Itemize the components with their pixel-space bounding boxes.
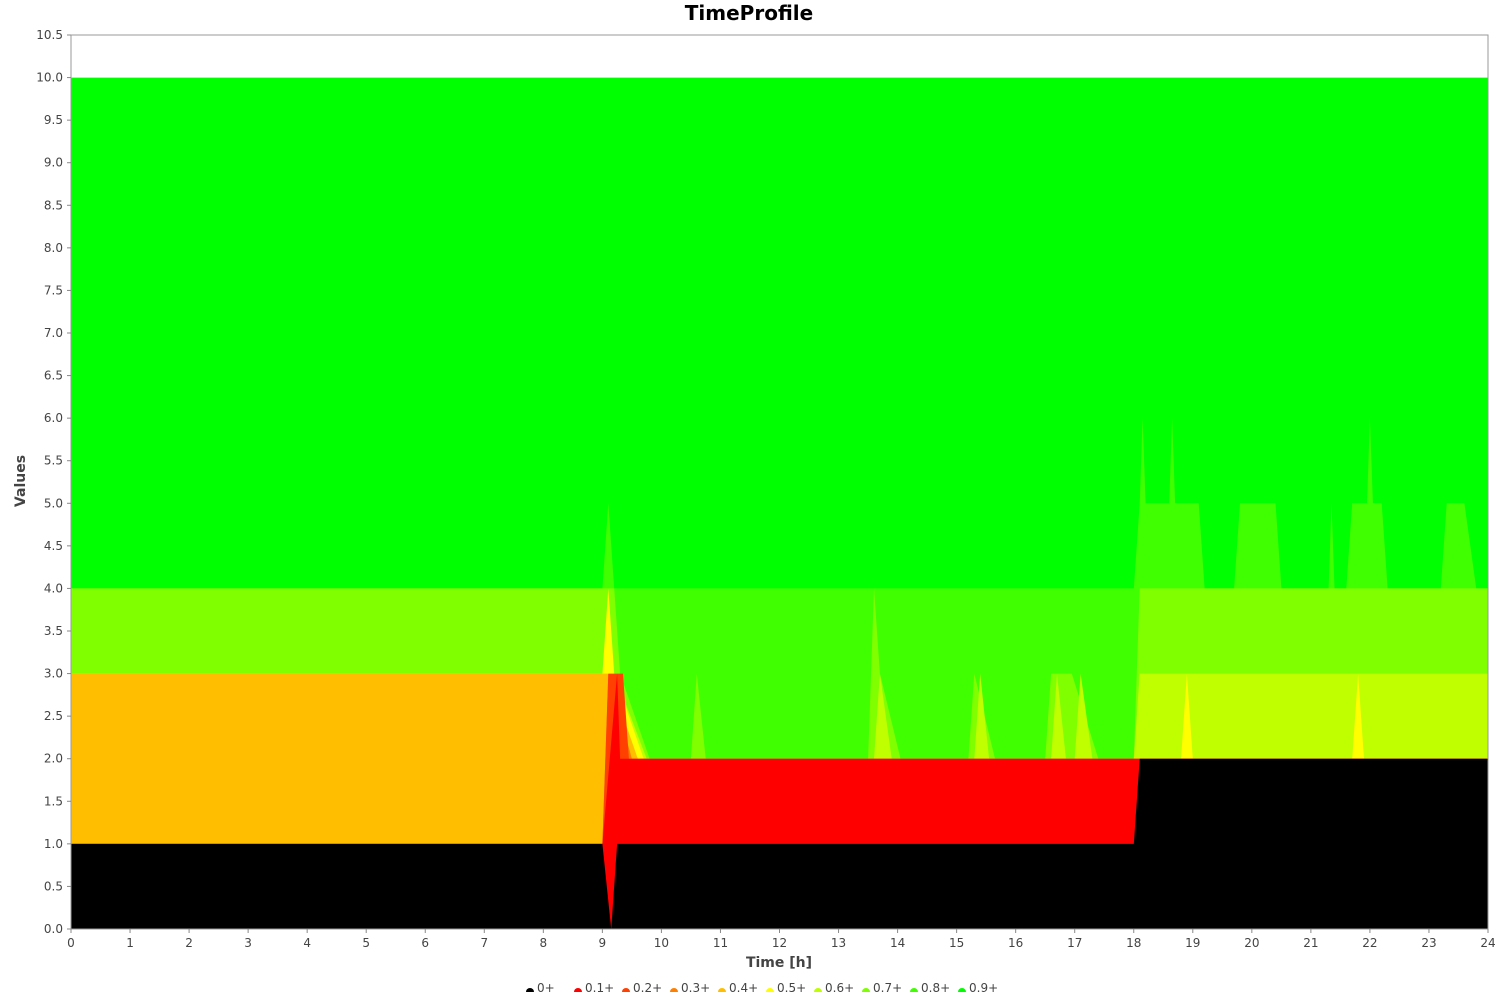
- y-axis: 0.0 0.5 1.0 1.5 2.0 2.5 3.0 3.5 4.0 4.5 5.0 5.5 6.0 6…: [36, 28, 71, 936]
- legend-swatch: [862, 988, 870, 992]
- y-axis-label: Values: [13, 455, 29, 507]
- x-tick-label: 12: [772, 936, 787, 950]
- y-tick-label: 4.5: [44, 539, 63, 553]
- y-tick-label: 5.5: [44, 454, 63, 468]
- legend: 0+ 0.1+ 0.2+ 0.3+ 0.4+ 0.5+ 0.6+ 0.7+ 0.8+ 0.9+: [526, 981, 998, 995]
- y-tick-label: 2.5: [44, 709, 63, 723]
- x-tick-label: 6: [421, 936, 429, 950]
- x-tick-label: 22: [1362, 936, 1377, 950]
- x-axis: 0 1 2 3 4 5 6 7 8 9 10 11 12 13 14 15 16 17 18 19 20 21 22 23 24: [67, 929, 1496, 950]
- x-tick-label: 0: [67, 936, 75, 950]
- legend-swatch: [526, 988, 534, 992]
- legend-swatch: [574, 988, 582, 992]
- y-tick-label: 1.0: [44, 837, 63, 851]
- y-tick-label: 5.0: [44, 496, 63, 510]
- x-tick-label: 2: [185, 936, 193, 950]
- legend-label: 0.4+: [729, 981, 758, 995]
- y-tick-label: 9.5: [44, 113, 63, 127]
- legend-swatch: [766, 988, 774, 992]
- legend-label: 0+: [537, 981, 555, 995]
- legend-label: 0.7+: [873, 981, 902, 995]
- y-tick-label: 2.0: [44, 752, 63, 766]
- y-tick-label: 10.5: [36, 28, 63, 42]
- legend-label: 0.2+: [633, 981, 662, 995]
- legend-swatch: [670, 988, 678, 992]
- legend-label: 0.5+: [777, 981, 806, 995]
- y-tick-label: 4.0: [44, 581, 63, 595]
- y-tick-label: 8.0: [44, 241, 63, 255]
- legend-label: 0.3+: [681, 981, 710, 995]
- x-tick-label: 19: [1185, 936, 1200, 950]
- x-tick-label: 10: [654, 936, 669, 950]
- chart-title: TimeProfile: [685, 1, 813, 25]
- legend-label: 0.6+: [825, 981, 854, 995]
- legend-swatch: [718, 988, 726, 992]
- legend-label: 0.1+: [585, 981, 614, 995]
- legend-swatch: [814, 988, 822, 992]
- x-tick-label: 11: [713, 936, 728, 950]
- x-tick-label: 24: [1480, 936, 1495, 950]
- legend-swatch: [958, 988, 966, 992]
- x-tick-label: 9: [599, 936, 607, 950]
- x-tick-label: 3: [244, 936, 252, 950]
- x-tick-label: 17: [1067, 936, 1082, 950]
- y-tick-label: 10.0: [36, 71, 63, 85]
- y-tick-label: 7.0: [44, 326, 63, 340]
- y-tick-label: 7.5: [44, 283, 63, 297]
- y-tick-label: 0.5: [44, 879, 63, 893]
- y-tick-label: 6.5: [44, 369, 63, 383]
- x-tick-label: 5: [362, 936, 370, 950]
- x-tick-label: 7: [480, 936, 488, 950]
- x-tick-label: 1: [126, 936, 134, 950]
- x-tick-label: 15: [949, 936, 964, 950]
- legend-swatch: [622, 988, 630, 992]
- legend-label: 0.8+: [921, 981, 950, 995]
- x-axis-label: Time [h]: [746, 955, 812, 971]
- x-tick-label: 23: [1421, 936, 1436, 950]
- x-tick-label: 8: [540, 936, 548, 950]
- y-tick-label: 1.5: [44, 794, 63, 808]
- x-tick-label: 16: [1008, 936, 1023, 950]
- y-tick-label: 6.0: [44, 411, 63, 425]
- x-tick-label: 4: [303, 936, 311, 950]
- y-tick-label: 9.0: [44, 156, 63, 170]
- x-tick-label: 21: [1303, 936, 1318, 950]
- plot-area: [70, 34, 1489, 930]
- legend-label: 0.9+: [969, 981, 998, 995]
- time-profile-chart: TimeProfile 0 1 2 3 4 5 6 7 8 9 10 11 12 13 14 15 16 17 18…: [13, 1, 1496, 995]
- y-tick-label: 3.0: [44, 667, 63, 681]
- y-tick-label: 8.5: [44, 198, 63, 212]
- y-tick-label: 3.5: [44, 624, 63, 638]
- x-tick-label: 18: [1126, 936, 1141, 950]
- legend-swatch: [910, 988, 918, 992]
- x-tick-label: 13: [831, 936, 846, 950]
- y-tick-label: 0.0: [44, 922, 63, 936]
- x-tick-label: 20: [1244, 936, 1259, 950]
- x-tick-label: 14: [890, 936, 905, 950]
